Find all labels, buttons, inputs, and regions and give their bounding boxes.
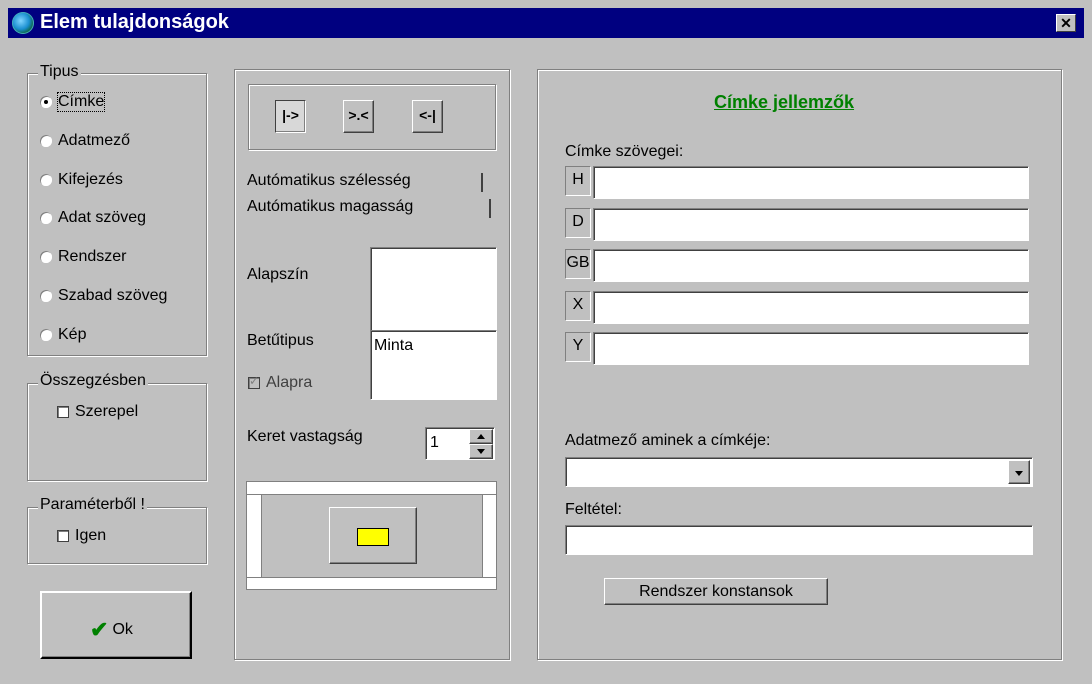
radio-button[interactable] [40, 251, 52, 263]
auto-height-checkbox[interactable] [489, 199, 491, 218]
dropdown-button[interactable] [1008, 460, 1030, 484]
font-sample-text: Minta [374, 337, 414, 354]
ok-button[interactable]: ✔ Ok [40, 591, 192, 659]
border-preview [246, 481, 497, 590]
data-field-label: Adatmező aminek a címkéje: [565, 432, 771, 449]
radio-button[interactable] [40, 135, 52, 147]
chevron-down-icon [1015, 471, 1023, 476]
lang-tag: H [565, 166, 591, 196]
osszegzes-legend: Összegzésben [38, 372, 148, 390]
title-bar: Elem tulajdonságok ✕ [8, 8, 1084, 38]
osszegzes-group [27, 383, 207, 481]
data-field-select[interactable] [565, 457, 1033, 487]
cimke-text-input[interactable] [593, 208, 1029, 241]
tipus-option[interactable]: Rendszer [40, 246, 126, 268]
checkmark-icon: ✔ [90, 617, 109, 642]
alapra-check-box[interactable] [248, 374, 260, 389]
align-left-label: |-> [282, 107, 299, 123]
cimke-text-input[interactable] [593, 166, 1029, 199]
tipus-option-label: Rendszer [58, 248, 127, 265]
spin-up-button[interactable] [469, 429, 493, 444]
tipus-option[interactable]: Adatmező [40, 130, 130, 152]
alapra-label: Alapra [266, 374, 313, 391]
auto-width-checkbox[interactable] [481, 173, 483, 192]
arrow-up-icon [477, 434, 485, 439]
lang-tag: D [565, 208, 591, 238]
globe-icon [12, 12, 34, 34]
align-right-button[interactable]: <-| [412, 100, 443, 133]
keret-spinner[interactable]: 1 [425, 427, 495, 460]
alapszin-label: Alapszín [247, 266, 309, 283]
tipus-option-label: Kép [58, 326, 87, 343]
preview-swatch [357, 528, 389, 546]
cimke-texts-label: Címke szövegei: [565, 143, 684, 160]
betutipus-label: Betűtipus [247, 332, 314, 349]
radio-button[interactable] [40, 329, 52, 341]
cimke-text-input[interactable] [593, 249, 1029, 282]
align-right-label: <-| [419, 107, 436, 123]
condition-label: Feltétel: [565, 501, 622, 518]
align-left-button[interactable]: |-> [275, 100, 306, 133]
ok-label: Ok [112, 621, 133, 638]
tipus-option-label: Adat szöveg [58, 209, 147, 226]
tipus-option[interactable]: Kép [40, 324, 86, 346]
keret-label: Keret vastagság [247, 428, 363, 445]
szerepel-label: Szerepel [75, 403, 139, 420]
igen-check-box[interactable] [57, 530, 69, 542]
tipus-option[interactable]: Kifejezés [40, 169, 123, 191]
tipus-option-label: Adatmező [58, 132, 131, 149]
window-title: Elem tulajdonságok [40, 11, 229, 33]
system-constants-button[interactable]: Rendszer konstansok [604, 578, 828, 605]
parameter-group [27, 507, 207, 564]
condition-input[interactable] [565, 525, 1033, 555]
cimke-heading: Címke jellemzők [714, 92, 855, 112]
align-center-button[interactable]: >.< [343, 100, 374, 133]
radio-button[interactable] [40, 174, 52, 186]
alapra-checkbox[interactable]: Alapra [248, 372, 312, 394]
auto-width-label: Autómatikus szélesség [247, 172, 411, 189]
szerepel-checkbox[interactable]: Szerepel [57, 401, 138, 423]
cimke-text-input[interactable] [593, 332, 1029, 365]
tipus-legend: Tipus [38, 63, 81, 81]
igen-label: Igen [75, 527, 107, 544]
radio-button[interactable] [40, 96, 52, 108]
cimke-text-input[interactable] [593, 291, 1029, 324]
font-sample-box[interactable]: Minta [370, 330, 497, 400]
keret-value: 1 [430, 434, 439, 451]
lang-tag: X [565, 291, 591, 321]
auto-height-label: Autómatikus magasság [247, 198, 414, 215]
tipus-option[interactable]: Címke [40, 91, 106, 113]
radio-button[interactable] [40, 212, 52, 224]
lang-tag: Y [565, 332, 591, 362]
tipus-option-label: Címke [56, 92, 106, 112]
lang-tag: GB [565, 249, 591, 279]
radio-button[interactable] [40, 290, 52, 302]
preview-color-button[interactable] [329, 507, 417, 564]
tipus-option[interactable]: Adat szöveg [40, 207, 146, 229]
tipus-option[interactable]: Szabad szöveg [40, 285, 167, 307]
arrow-down-icon [477, 449, 485, 454]
spin-down-button[interactable] [469, 444, 493, 459]
parameter-legend: Paraméterből ! [38, 496, 147, 514]
tipus-option-label: Kifejezés [58, 171, 123, 188]
close-button[interactable]: ✕ [1056, 14, 1076, 32]
align-center-label: >.< [348, 107, 369, 123]
tipus-option-label: Szabad szöveg [58, 287, 168, 304]
system-constants-label: Rendszer konstansok [639, 583, 793, 600]
igen-checkbox[interactable]: Igen [57, 525, 106, 547]
szerepel-check-box[interactable] [57, 406, 69, 418]
